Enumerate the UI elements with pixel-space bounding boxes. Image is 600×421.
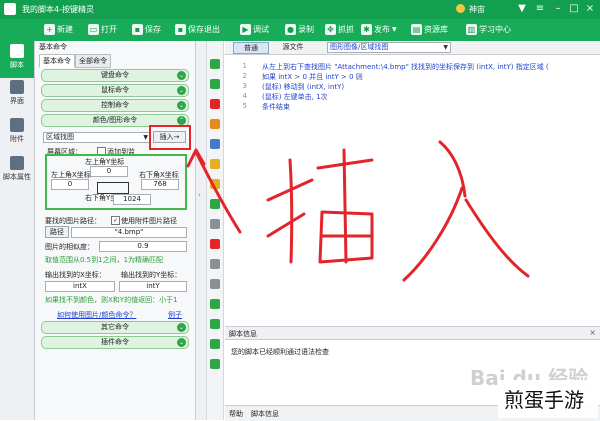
corner-brand-text: 煎蛋手游 xyxy=(504,388,584,412)
char-stroke xyxy=(402,186,464,282)
char-stroke xyxy=(464,198,530,278)
char-stroke xyxy=(342,148,348,264)
handwriting-annotation xyxy=(186,140,530,282)
char-stroke xyxy=(288,158,294,264)
char-stroke xyxy=(266,212,306,238)
corner-brand: 煎蛋手游 xyxy=(498,380,598,418)
